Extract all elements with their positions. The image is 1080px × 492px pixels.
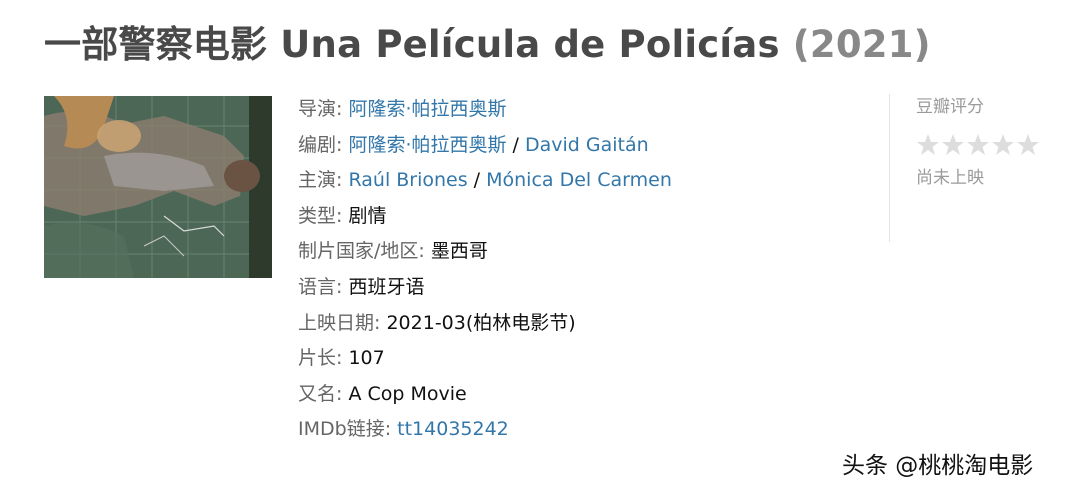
star-icon [1017,134,1039,155]
writer-link-1[interactable]: 阿隆索·帕拉西奥斯 [348,134,506,156]
director-link[interactable]: 阿隆索·帕拉西奥斯 [348,98,506,120]
release-value: 2021-03(柏林电影节) [386,311,576,334]
imdb-link[interactable]: tt14035242 [397,418,509,440]
runtime-value: 107 [348,347,385,370]
info-row-director: 导演: 阿隆索·帕拉西奥斯 [298,98,507,120]
cast-link-1[interactable]: Raúl Briones [348,169,467,191]
language-value: 西班牙语 [348,275,425,298]
movie-poster[interactable] [44,96,272,278]
star-icon [917,134,939,155]
movie-year: (2021) [792,23,931,66]
info-row-runtime: 片长: 107 [298,347,385,370]
movie-title-main: 一部警察电影 Una Película de Policías [44,23,780,66]
watermark: 头条 @桃桃淘电影 [842,453,1034,479]
info-row-imdb: IMDb链接: tt14035242 [298,418,509,441]
info-row-country: 制片国家/地区: 墨西哥 [298,240,488,263]
info-row-aka: 又名: A Cop Movie [298,382,467,405]
cast-link-2[interactable]: Mónica Del Carmen [486,169,672,191]
info-row-genre: 类型: 剧情 [298,204,387,227]
aka-value: A Cop Movie [348,382,467,405]
poster-image [44,96,272,278]
genre-value: 剧情 [348,204,387,227]
info-row-cast: 主演: Raúl Briones / Mónica Del Carmen [298,169,672,192]
info-row-release: 上映日期: 2021-03(柏林电影节) [298,311,576,334]
movie-title: 一部警察电影 Una Película de Policías (2021) [44,14,931,68]
rating-panel: 豆瓣评分 尚未上映 [916,92,1040,188]
writer-link-2[interactable]: David Gaitán [525,134,649,156]
info-row-writer: 编剧: 阿隆索·帕拉西奥斯 / David Gaitán [298,133,649,156]
country-value: 墨西哥 [430,240,488,263]
star-icon [942,134,964,155]
info-row-language: 语言: 西班牙语 [298,275,425,298]
rating-title: 豆瓣评分 [916,97,984,117]
rating-status: 尚未上映 [916,168,984,188]
star-icon [992,134,1014,155]
rating-stars [916,133,1040,157]
star-icon [967,134,989,155]
movie-info: 导演: 阿隆索·帕拉西奥斯 编剧: 阿隆索·帕拉西奥斯 / David Gait… [298,92,672,448]
rating-divider [889,94,890,242]
